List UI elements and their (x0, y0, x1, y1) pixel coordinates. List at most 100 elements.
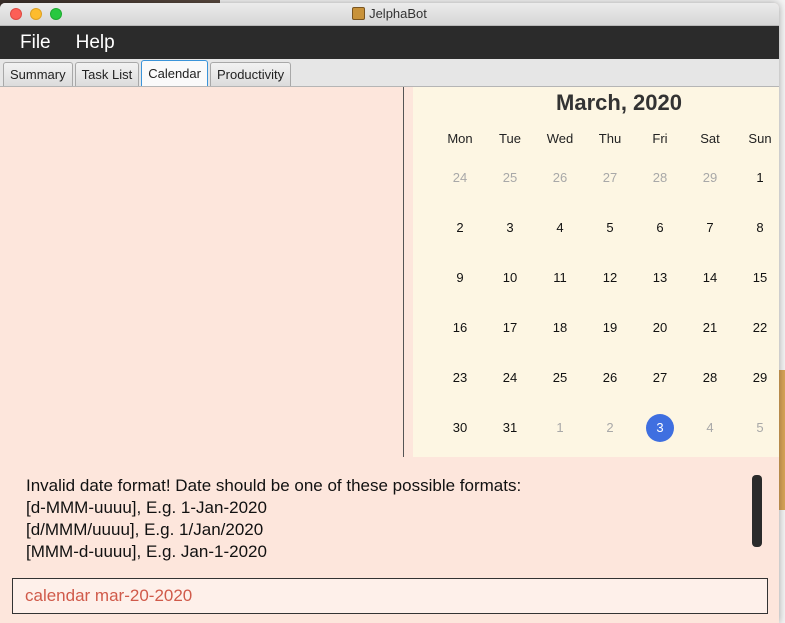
calendar-week-row: 23 24 25 26 27 28 29 (435, 353, 779, 403)
calendar-day-number: 31 (502, 420, 518, 435)
calendar-day[interactable]: 2 (435, 214, 485, 242)
weekday-label: Fri (652, 131, 668, 146)
calendar-day[interactable]: 23 (435, 364, 485, 392)
calendar-day[interactable]: 25 (535, 364, 585, 392)
menu-bar: File Help (0, 26, 779, 59)
calendar-day[interactable]: 12 (585, 264, 635, 292)
result-line: [d/MMM/uuuu], E.g. 1/Jan/2020 (26, 520, 264, 539)
calendar-grid: Mon Tue Wed Thu Fri Sat Sun 24 25 26 27 28 29 1 2 3 4 5 6… (435, 125, 779, 453)
calendar-day[interactable]: 26 (585, 364, 635, 392)
calendar-day[interactable]: 18 (535, 314, 585, 342)
calendar-week-row: 9 10 11 12 13 14 15 (435, 253, 779, 303)
calendar-day[interactable]: 28 (685, 364, 735, 392)
tab-summary[interactable]: Summary (3, 62, 73, 86)
calendar-week-row: 16 17 18 19 20 21 22 (435, 303, 779, 353)
calendar-day[interactable]: 5 (585, 214, 635, 242)
command-input[interactable] (13, 579, 767, 613)
calendar-day-today[interactable]: 3 (635, 414, 685, 442)
calendar-day[interactable]: 2 (585, 414, 635, 442)
calendar-day-number: 28 (702, 370, 718, 385)
calendar-day-number: 1 (556, 420, 564, 435)
calendar-day-number: 18 (552, 320, 568, 335)
calendar-day[interactable]: 3 (485, 214, 535, 242)
calendar-day[interactable]: 24 (435, 164, 485, 192)
calendar-day-number: 1 (756, 170, 764, 185)
weekday-label: Mon (447, 131, 473, 146)
result-message: Invalid date format! Date should be one … (26, 475, 521, 567)
window-title: JelphaBot (369, 6, 427, 21)
calendar-day[interactable]: 27 (585, 164, 635, 192)
calendar-day-number: 27 (602, 170, 618, 185)
calendar-day[interactable]: 21 (685, 314, 735, 342)
calendar-day[interactable]: 31 (485, 414, 535, 442)
calendar-week-row: 30 31 1 2 3 4 5 (435, 403, 779, 453)
background-window-edge (778, 370, 785, 510)
calendar-day-number: 20 (652, 320, 668, 335)
calendar-day[interactable]: 26 (535, 164, 585, 192)
calendar-day-number: 7 (706, 220, 714, 235)
calendar-day-number: 25 (502, 170, 518, 185)
calendar-day[interactable]: 14 (685, 264, 735, 292)
calendar-day[interactable]: 28 (635, 164, 685, 192)
weekday-label: Tue (499, 131, 521, 146)
calendar-day[interactable]: 22 (735, 314, 779, 342)
calendar-day-number: 10 (502, 270, 518, 285)
tab-productivity[interactable]: Productivity (209, 62, 292, 86)
calendar-day-number: 24 (502, 370, 518, 385)
calendar-day[interactable]: 9 (435, 264, 485, 292)
calendar-day[interactable]: 11 (535, 264, 585, 292)
calendar-day[interactable]: 24 (485, 364, 535, 392)
calendar-day[interactable]: 8 (735, 214, 779, 242)
calendar-day[interactable]: 7 (685, 214, 735, 242)
calendar-day[interactable]: 15 (735, 264, 779, 292)
result-line: [MMM-d-uuuu], E.g. Jan-1-2020 (26, 542, 267, 561)
calendar-day-number: 15 (752, 270, 768, 285)
calendar-day[interactable]: 20 (635, 314, 685, 342)
calendar-day-number: 29 (702, 170, 718, 185)
calendar-day[interactable]: 13 (635, 264, 685, 292)
weekday-label: Sat (700, 131, 720, 146)
menu-file[interactable]: File (0, 32, 51, 54)
weekday-label: Wed (546, 131, 574, 146)
result-scrollbar[interactable] (752, 475, 762, 547)
calendar-day[interactable]: 19 (585, 314, 635, 342)
calendar-day-number: 22 (752, 320, 768, 335)
pane-divider[interactable] (404, 87, 413, 457)
calendar-day[interactable]: 1 (535, 414, 585, 442)
calendar-day-number: 3 (506, 220, 514, 235)
tab-calendar[interactable]: Calendar (141, 60, 208, 86)
calendar-day[interactable]: 1 (735, 164, 779, 192)
menu-help[interactable]: Help (56, 32, 115, 54)
weekday-header: Mon Tue Wed Thu Fri Sat Sun (435, 125, 779, 153)
calendar-day[interactable]: 30 (435, 414, 485, 442)
calendar-day[interactable]: 10 (485, 264, 535, 292)
calendar-day-number: 25 (552, 370, 568, 385)
calendar-day-number: 26 (602, 370, 618, 385)
calendar-day[interactable]: 5 (735, 414, 779, 442)
title-bar[interactable]: JelphaBot (0, 3, 779, 26)
calendar-day[interactable]: 29 (685, 164, 735, 192)
calendar-day-number: 9 (456, 270, 464, 285)
result-line: [MMM/d/uuuu], E.g. Jan/1/2020 (26, 563, 521, 567)
tab-task-list[interactable]: Task List (74, 62, 140, 86)
calendar-day-number: 5 (606, 220, 614, 235)
task-list-pane (0, 87, 404, 457)
calendar-day[interactable]: 4 (535, 214, 585, 242)
calendar-day[interactable]: 6 (635, 214, 685, 242)
app-icon (352, 7, 366, 20)
calendar-week-row: 2 3 4 5 6 7 8 (435, 203, 779, 253)
calendar-day-number: 28 (652, 170, 668, 185)
calendar-day-number: 26 (552, 170, 568, 185)
calendar-day[interactable]: 17 (485, 314, 535, 342)
calendar-day-number: 11 (553, 270, 567, 285)
result-line: Invalid date format! Date should be one … (26, 476, 522, 495)
calendar-day[interactable]: 27 (635, 364, 685, 392)
calendar-tab-content: March, 2020 Mon Tue Wed Thu Fri Sat Sun 24 25 26… (0, 87, 779, 457)
tab-bar: Summary Task List Calendar Productivity (0, 59, 779, 87)
calendar-day[interactable]: 25 (485, 164, 535, 192)
app-window: JelphaBot File Help Summary Task List Ca… (0, 3, 779, 623)
calendar-day[interactable]: 4 (685, 414, 735, 442)
calendar-day-number: 13 (652, 270, 668, 285)
calendar-day[interactable]: 16 (435, 314, 485, 342)
calendar-day[interactable]: 29 (735, 364, 779, 392)
